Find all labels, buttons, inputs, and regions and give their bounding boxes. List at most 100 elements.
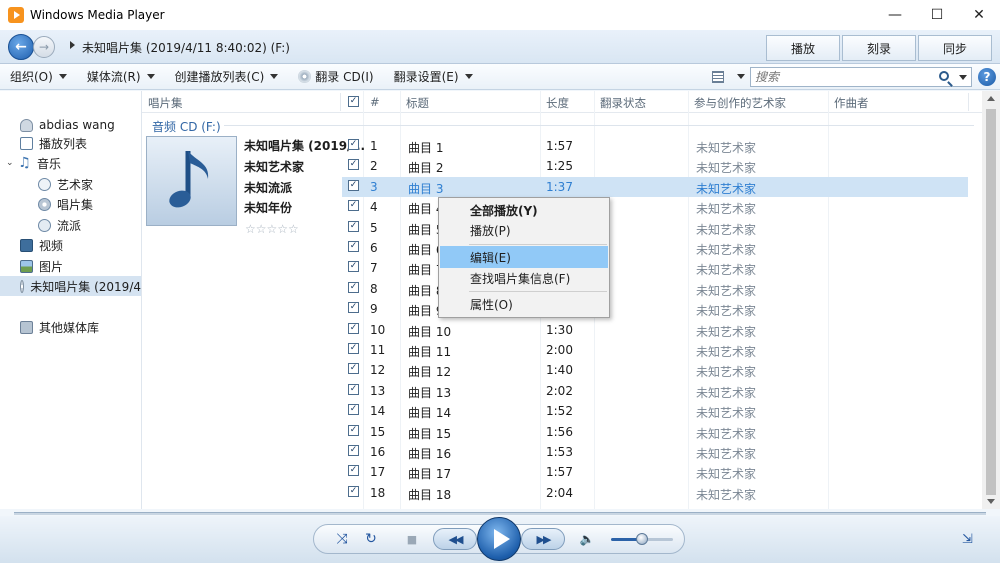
track-artist[interactable]: 未知艺术家 — [696, 159, 756, 176]
table-row[interactable]: ✓ 9 曲目 9 未知艺术家 — [342, 299, 968, 319]
track-artist[interactable]: 未知艺术家 — [696, 363, 756, 380]
track-artist[interactable]: 未知艺术家 — [696, 261, 756, 278]
create-playlist-menu[interactable]: 创建播放列表(C) — [165, 64, 289, 90]
track-checkbox[interactable]: ✓ — [348, 302, 359, 314]
sidebar-item-unknown-album-cd[interactable]: 未知唱片集 (2019/4 — [0, 276, 141, 296]
select-all-checkbox[interactable]: ✓ — [348, 96, 359, 107]
table-row[interactable]: ✓ 18 曲目 18 2:04 未知艺术家 — [342, 483, 968, 503]
menu-item-find-album-info[interactable]: 查找唱片集信息(F) — [440, 267, 608, 289]
track-artist[interactable]: 未知艺术家 — [696, 425, 756, 442]
menu-item-play[interactable]: 播放(P) — [440, 219, 608, 241]
maximize-button[interactable]: ☐ — [916, 0, 958, 30]
expand-chevron-icon[interactable]: ⌄ — [6, 158, 16, 168]
track-title[interactable]: 曲目 3 — [408, 180, 443, 197]
sidebar-item-pictures[interactable]: 图片 — [20, 256, 63, 276]
organize-menu[interactable]: 组织(O) — [0, 64, 77, 90]
help-icon[interactable]: ? — [978, 68, 996, 86]
table-row[interactable]: ✓ 15 曲目 15 1:56 未知艺术家 — [342, 422, 968, 442]
table-row[interactable]: ✓ 17 曲目 17 1:57 未知艺术家 — [342, 462, 968, 482]
sidebar-item-user[interactable]: abdias wang — [20, 115, 115, 135]
column-header-composer[interactable]: 作曲者 — [834, 95, 869, 111]
scroll-up-icon[interactable] — [987, 96, 995, 101]
shuffle-icon[interactable]: ⤨ — [333, 530, 351, 548]
play-button[interactable] — [477, 517, 521, 561]
track-artist[interactable]: 未知艺术家 — [696, 404, 756, 421]
sidebar-item-other-libraries[interactable]: 其他媒体库 — [20, 317, 99, 337]
track-title[interactable]: 曲目 16 — [408, 445, 451, 462]
table-row[interactable]: ✓ 11 曲目 11 2:00 未知艺术家 — [342, 340, 968, 360]
scrollbar-thumb[interactable] — [986, 109, 996, 495]
table-row[interactable]: ✓ 4 曲目 4 未知艺术家 — [342, 197, 968, 217]
table-row[interactable]: ✓ 12 曲目 12 1:40 未知艺术家 — [342, 360, 968, 380]
table-row[interactable]: ✓ 3 曲目 3 1:37 未知艺术家 — [342, 176, 968, 198]
view-options-chevron-icon[interactable] — [737, 74, 745, 79]
breadcrumb[interactable]: 未知唱片集 (2019/4/11 8:40:02) (F:) — [82, 39, 290, 56]
track-artist[interactable]: 未知艺术家 — [696, 180, 756, 197]
rating-stars[interactable]: ☆☆☆☆☆ — [245, 222, 299, 236]
sidebar-item-playlists[interactable]: 播放列表 — [20, 133, 87, 153]
track-checkbox[interactable]: ✓ — [348, 343, 359, 354]
table-row[interactable]: ✓ 14 曲目 14 1:52 未知艺术家 — [342, 401, 968, 421]
album-genre[interactable]: 未知流派 — [244, 179, 292, 196]
switch-to-now-playing-icon[interactable]: ⇲ — [962, 532, 978, 547]
view-options-icon[interactable] — [712, 71, 724, 83]
table-row[interactable]: ✓ 6 曲目 6 未知艺术家 — [342, 238, 968, 258]
table-row[interactable]: ✓ 7 曲目 7 未知艺术家 — [342, 258, 968, 278]
track-title[interactable]: 曲目 14 — [408, 404, 451, 421]
track-title[interactable]: 曲目 2 — [408, 159, 443, 176]
table-row[interactable]: ✓ 10 曲目 10 1:30 未知艺术家 — [342, 320, 968, 340]
track-title[interactable]: 曲目 15 — [408, 425, 451, 442]
scroll-down-icon[interactable] — [987, 499, 995, 504]
column-divider[interactable] — [968, 93, 969, 111]
sidebar-item-music[interactable]: ⌄ ♫ 音乐 — [6, 153, 61, 173]
forward-button[interactable]: → — [33, 36, 55, 58]
track-checkbox[interactable]: ✓ — [348, 424, 359, 436]
track-checkbox[interactable]: ✓ — [348, 445, 359, 456]
track-artist[interactable]: 未知艺术家 — [696, 323, 756, 340]
table-row[interactable]: ✓ 16 曲目 16 1:53 未知艺术家 — [342, 442, 968, 462]
menu-item-play-all[interactable]: 全部播放(Y) — [440, 199, 608, 221]
seek-bar[interactable] — [14, 512, 986, 515]
track-checkbox[interactable]: ✓ — [348, 261, 359, 273]
track-checkbox[interactable]: ✓ — [348, 139, 359, 150]
track-title[interactable]: 曲目 18 — [408, 486, 451, 503]
track-checkbox[interactable]: ✓ — [348, 179, 359, 191]
track-checkbox[interactable]: ✓ — [348, 200, 359, 212]
track-checkbox[interactable]: ✓ — [348, 281, 359, 293]
search-box[interactable] — [750, 67, 972, 87]
mute-icon[interactable]: 🔈 — [578, 530, 596, 548]
track-checkbox[interactable]: ✓ — [348, 404, 359, 416]
track-artist[interactable]: 未知艺术家 — [696, 282, 756, 299]
column-header-contributing-artist[interactable]: 参与创作的艺术家 — [694, 95, 786, 111]
track-artist[interactable]: 未知艺术家 — [696, 200, 756, 217]
minimize-button[interactable]: — — [874, 0, 916, 30]
table-row[interactable]: ✓ 13 曲目 13 2:02 未知艺术家 — [342, 381, 968, 401]
track-checkbox[interactable]: ✓ — [348, 322, 359, 334]
track-title[interactable]: 曲目 12 — [408, 363, 451, 380]
tab-burn[interactable]: 刻录 — [842, 35, 916, 61]
table-row[interactable]: ✓ 5 曲目 5 未知艺术家 — [342, 218, 968, 238]
tab-play[interactable]: 播放 — [766, 35, 840, 61]
track-artist[interactable]: 未知艺术家 — [696, 302, 756, 319]
track-artist[interactable]: 未知艺术家 — [696, 221, 756, 238]
search-input[interactable] — [751, 68, 931, 86]
track-title[interactable]: 曲目 13 — [408, 384, 451, 401]
track-artist[interactable]: 未知艺术家 — [696, 384, 756, 401]
track-checkbox[interactable]: ✓ — [348, 220, 359, 232]
album-year[interactable]: 未知年份 — [244, 199, 292, 216]
column-header-number[interactable]: # — [370, 95, 380, 109]
next-button[interactable]: ▶▶ — [521, 528, 565, 550]
breadcrumb-arrow-icon[interactable] — [70, 41, 75, 49]
track-artist[interactable]: 未知艺术家 — [696, 343, 756, 360]
stop-icon[interactable]: ■ — [403, 530, 421, 548]
track-title[interactable]: 曲目 11 — [408, 343, 451, 360]
track-checkbox[interactable]: ✓ — [348, 159, 359, 171]
sidebar-item-video[interactable]: 视频 — [20, 235, 63, 255]
track-artist[interactable]: 未知艺术家 — [696, 139, 756, 156]
stream-menu[interactable]: 媒体流(R) — [77, 64, 165, 90]
track-title[interactable]: 曲目 10 — [408, 323, 451, 340]
track-artist[interactable]: 未知艺术家 — [696, 486, 756, 503]
album-artist[interactable]: 未知艺术家 — [244, 158, 304, 175]
rip-settings-menu[interactable]: 翻录设置(E) — [384, 64, 483, 90]
track-checkbox[interactable]: ✓ — [348, 383, 359, 395]
